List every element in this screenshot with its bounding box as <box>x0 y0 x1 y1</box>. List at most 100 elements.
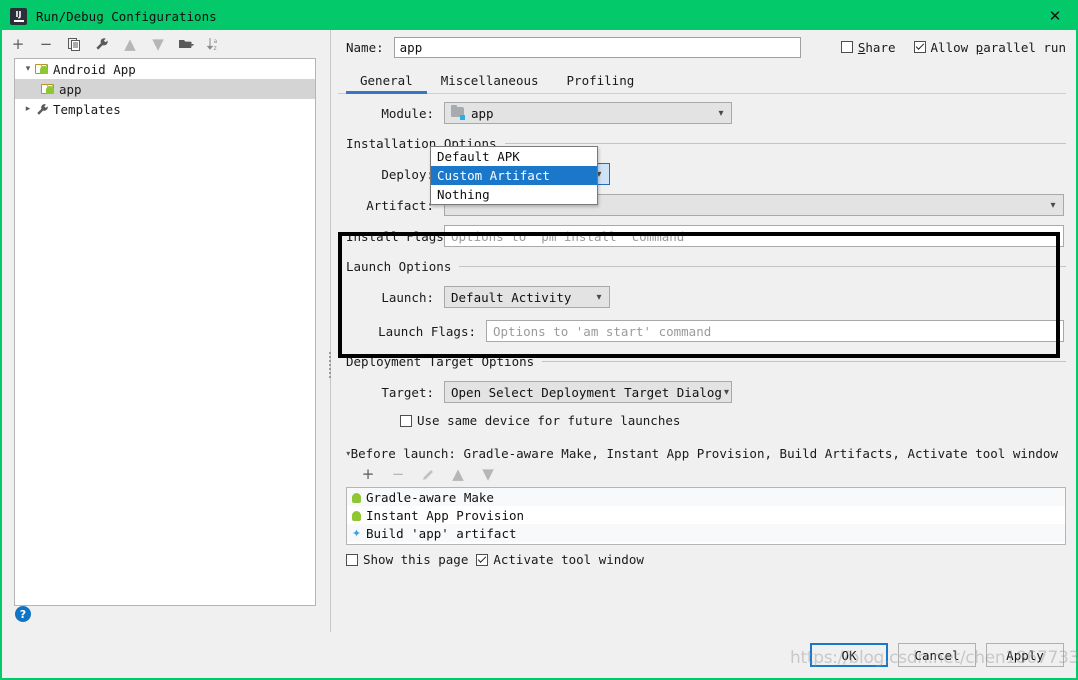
configuration-editor: Name: Share Allow parallel run General <box>334 30 1076 632</box>
launch-flags-row: Launch Flags: Options to 'am start' comm… <box>346 320 1066 342</box>
close-icon[interactable]: ✕ <box>1038 3 1072 29</box>
configurations-tree[interactable]: ▾ Android App app ▸ Templates <box>14 58 316 606</box>
remove-task-icon[interactable]: − <box>390 466 406 482</box>
dialog-button-bar: OK Cancel Apply <box>2 632 1076 678</box>
launch-value: Default Activity <box>451 289 572 305</box>
before-launch-section: ▾ Before launch: Gradle-aware Make, Inst… <box>346 446 1066 567</box>
general-tab-content: Module: app ▾ Installation Options Deplo… <box>338 94 1076 632</box>
before-launch-toolbar: + − ▲ ▼ <box>346 461 1066 487</box>
tree-item-templates[interactable]: ▸ Templates <box>15 99 315 119</box>
show-this-page-label: Show this page <box>363 552 469 567</box>
chevron-down-icon[interactable]: ▾ <box>722 387 731 398</box>
allow-parallel-run-checkbox[interactable]: Allow parallel run <box>913 40 1066 55</box>
launch-flags-label: Launch Flags: <box>378 323 476 339</box>
android-icon <box>350 509 363 522</box>
allow-parallel-run-checkbox-box[interactable] <box>913 41 926 53</box>
tree-item-label: Android App <box>53 61 136 77</box>
tab-profiling[interactable]: Profiling <box>553 73 649 94</box>
configurations-sidebar: + − ▲ ▼ a z ▾ Android App app ▸ Template… <box>2 30 328 632</box>
module-label: Module: <box>381 105 434 121</box>
chevron-down-icon[interactable]: ▾ <box>21 62 35 76</box>
deployment-target-options-group-title: Deployment Target Options <box>346 354 1066 369</box>
launch-combobox[interactable]: Default Activity ▾ <box>444 286 610 308</box>
before-launch-task-list[interactable]: Gradle-aware Make Instant App Provision … <box>346 487 1066 545</box>
use-same-device-checkbox[interactable]: Use same device for future launches <box>400 413 680 428</box>
module-combobox[interactable]: app ▾ <box>444 102 732 124</box>
list-item[interactable]: Instant App Provision <box>347 506 1065 524</box>
install-flags-input[interactable]: Options to 'pm install' command <box>444 225 1064 247</box>
target-label: Target: <box>381 384 434 400</box>
before-launch-header[interactable]: ▾ Before launch: Gradle-aware Make, Inst… <box>346 446 1066 461</box>
help-label: ? <box>19 607 27 621</box>
share-checkbox[interactable]: Share <box>840 40 896 55</box>
show-this-page-checkbox-box[interactable] <box>346 553 358 566</box>
move-task-down-icon[interactable]: ▼ <box>480 466 496 482</box>
module-row: Module: app ▾ <box>346 102 1066 124</box>
add-configuration-icon[interactable]: + <box>10 36 26 52</box>
chevron-down-icon[interactable]: ▾ <box>1043 200 1063 211</box>
menu-item-nothing[interactable]: Nothing <box>431 185 597 204</box>
menu-item-custom-artifact[interactable]: Custom Artifact <box>431 166 597 185</box>
artifact-icon: ✦ <box>351 526 362 540</box>
install-flags-placeholder: Options to 'pm install' command <box>451 228 685 244</box>
before-launch-checkboxes: Show this page Activate tool window <box>346 552 1066 567</box>
copy-configuration-icon[interactable] <box>66 36 82 52</box>
activate-tool-window-checkbox[interactable]: Activate tool window <box>476 552 644 567</box>
android-folder-icon <box>41 82 57 96</box>
move-task-up-icon[interactable]: ▲ <box>450 466 466 482</box>
move-down-icon[interactable]: ▼ <box>150 36 166 52</box>
list-item[interactable]: Gradle-aware Make <box>347 488 1065 506</box>
svg-text:z: z <box>214 45 217 51</box>
tree-item-label: app <box>59 81 82 97</box>
launch-flags-input[interactable]: Options to 'am start' command <box>486 320 1064 342</box>
new-folder-icon[interactable] <box>178 36 194 52</box>
chevron-right-icon[interactable]: ▸ <box>21 102 35 116</box>
target-combobox[interactable]: Open Select Deployment Target Dialog ▾ <box>444 381 732 403</box>
activate-tool-window-checkbox-box[interactable] <box>476 553 489 566</box>
edit-templates-wrench-icon[interactable] <box>94 36 110 52</box>
android-folder-icon <box>35 62 51 76</box>
add-task-icon[interactable]: + <box>360 466 376 482</box>
ok-button[interactable]: OK <box>810 643 888 667</box>
edit-task-pencil-icon[interactable] <box>420 466 436 482</box>
chevron-down-icon[interactable]: ▾ <box>589 292 609 303</box>
deploy-dropdown-menu[interactable]: Default APK Custom Artifact Nothing <box>430 146 598 205</box>
splitter-handle[interactable] <box>329 352 333 378</box>
intellij-idea-logo-icon: IJ <box>10 7 27 25</box>
tree-item-app[interactable]: app <box>15 79 315 99</box>
target-value: Open Select Deployment Target Dialog <box>451 384 722 400</box>
tab-bar: General Miscellaneous Profiling <box>338 64 1066 94</box>
remove-configuration-icon[interactable]: − <box>38 36 54 52</box>
help-icon[interactable]: ? <box>15 606 31 622</box>
module-folder-icon <box>451 105 465 120</box>
tab-general[interactable]: General <box>346 73 427 94</box>
list-item-label: Gradle-aware Make <box>366 489 494 505</box>
list-item[interactable]: ✦ Build 'app' artifact <box>347 524 1065 542</box>
apply-button[interactable]: Apply <box>986 643 1064 667</box>
sidebar-toolbar: + − ▲ ▼ a z <box>2 30 328 58</box>
show-this-page-checkbox[interactable]: Show this page <box>346 552 468 567</box>
svg-text:a: a <box>214 38 218 45</box>
module-value: app <box>471 105 494 121</box>
sort-alphabetically-icon[interactable]: a z <box>206 36 222 52</box>
launch-options-group-title: Launch Options <box>346 259 1066 274</box>
target-row: Target: Open Select Deployment Target Di… <box>346 381 1066 403</box>
use-same-device-label: Use same device for future launches <box>417 413 681 428</box>
install-flags-label: Install Flags: <box>346 228 452 244</box>
tree-item-android-app[interactable]: ▾ Android App <box>15 59 315 79</box>
cancel-button[interactable]: Cancel <box>898 643 976 667</box>
use-same-device-row: Use same device for future launches <box>346 413 1066 428</box>
chevron-down-icon[interactable]: ▾ <box>711 108 731 119</box>
launch-options-label: Launch Options <box>346 259 452 274</box>
share-checkbox-box[interactable] <box>840 41 853 53</box>
name-input[interactable] <box>393 36 801 58</box>
window-title: Run/Debug Configurations <box>36 8 217 24</box>
menu-item-default-apk[interactable]: Default APK <box>431 147 597 166</box>
install-flags-row: Install Flags: Options to 'pm install' c… <box>346 225 1066 247</box>
wrench-icon <box>35 102 50 116</box>
tab-miscellaneous[interactable]: Miscellaneous <box>427 73 553 94</box>
title-bar: IJ Run/Debug Configurations ✕ <box>2 2 1076 30</box>
dialog-body: + − ▲ ▼ a z ▾ Android App app ▸ Template… <box>2 30 1076 632</box>
use-same-device-checkbox-box[interactable] <box>400 414 412 427</box>
move-up-icon[interactable]: ▲ <box>122 36 138 52</box>
